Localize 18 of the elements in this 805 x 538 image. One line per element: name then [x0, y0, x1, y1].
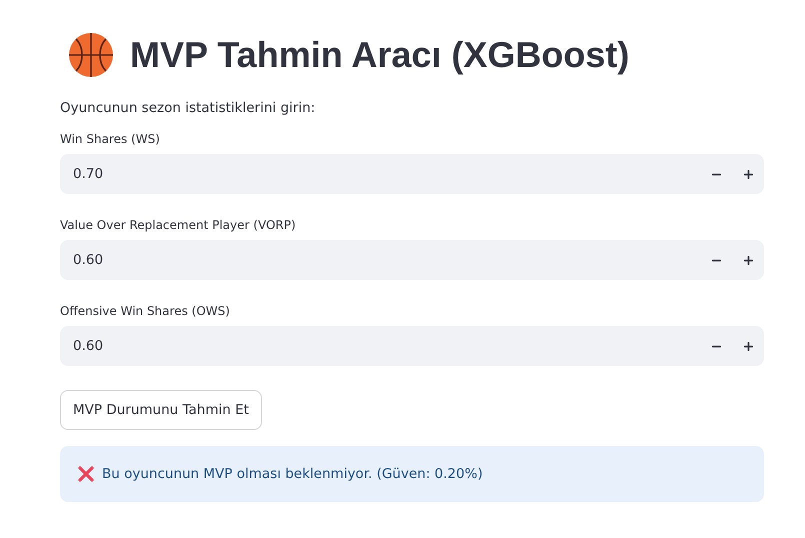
number-input[interactable]: 0.60 — [60, 338, 700, 354]
intro-text: Oyuncunun sezon istatistiklerini girin: — [60, 100, 316, 116]
predict-button[interactable]: MVP Durumunu Tahmin Et — [60, 390, 262, 430]
field-label: Value Over Replacement Player (VORP) — [60, 218, 297, 232]
alert-text: Bu oyuncunun MVP olması beklenmiyor. (Güven: 0.20%) — [102, 466, 483, 482]
number-input[interactable]: 0.60 — [60, 252, 700, 268]
field-label: Offensive Win Shares (OWS) — [60, 304, 231, 318]
number-field[interactable]: 0.60 — [60, 240, 764, 280]
basketball-icon — [68, 32, 114, 78]
plus-icon — [742, 340, 754, 352]
number-field[interactable]: 0.60 — [60, 326, 764, 366]
field-label: Win Shares (WS) — [60, 132, 161, 146]
page-title: MVP Tahmin Aracı (XGBoost) — [130, 34, 630, 76]
plus-icon — [742, 168, 754, 180]
plus-icon — [742, 254, 754, 266]
cross-icon — [78, 466, 94, 482]
number-input[interactable]: 0.70 — [60, 166, 700, 182]
number-field[interactable]: 0.70 — [60, 154, 764, 194]
